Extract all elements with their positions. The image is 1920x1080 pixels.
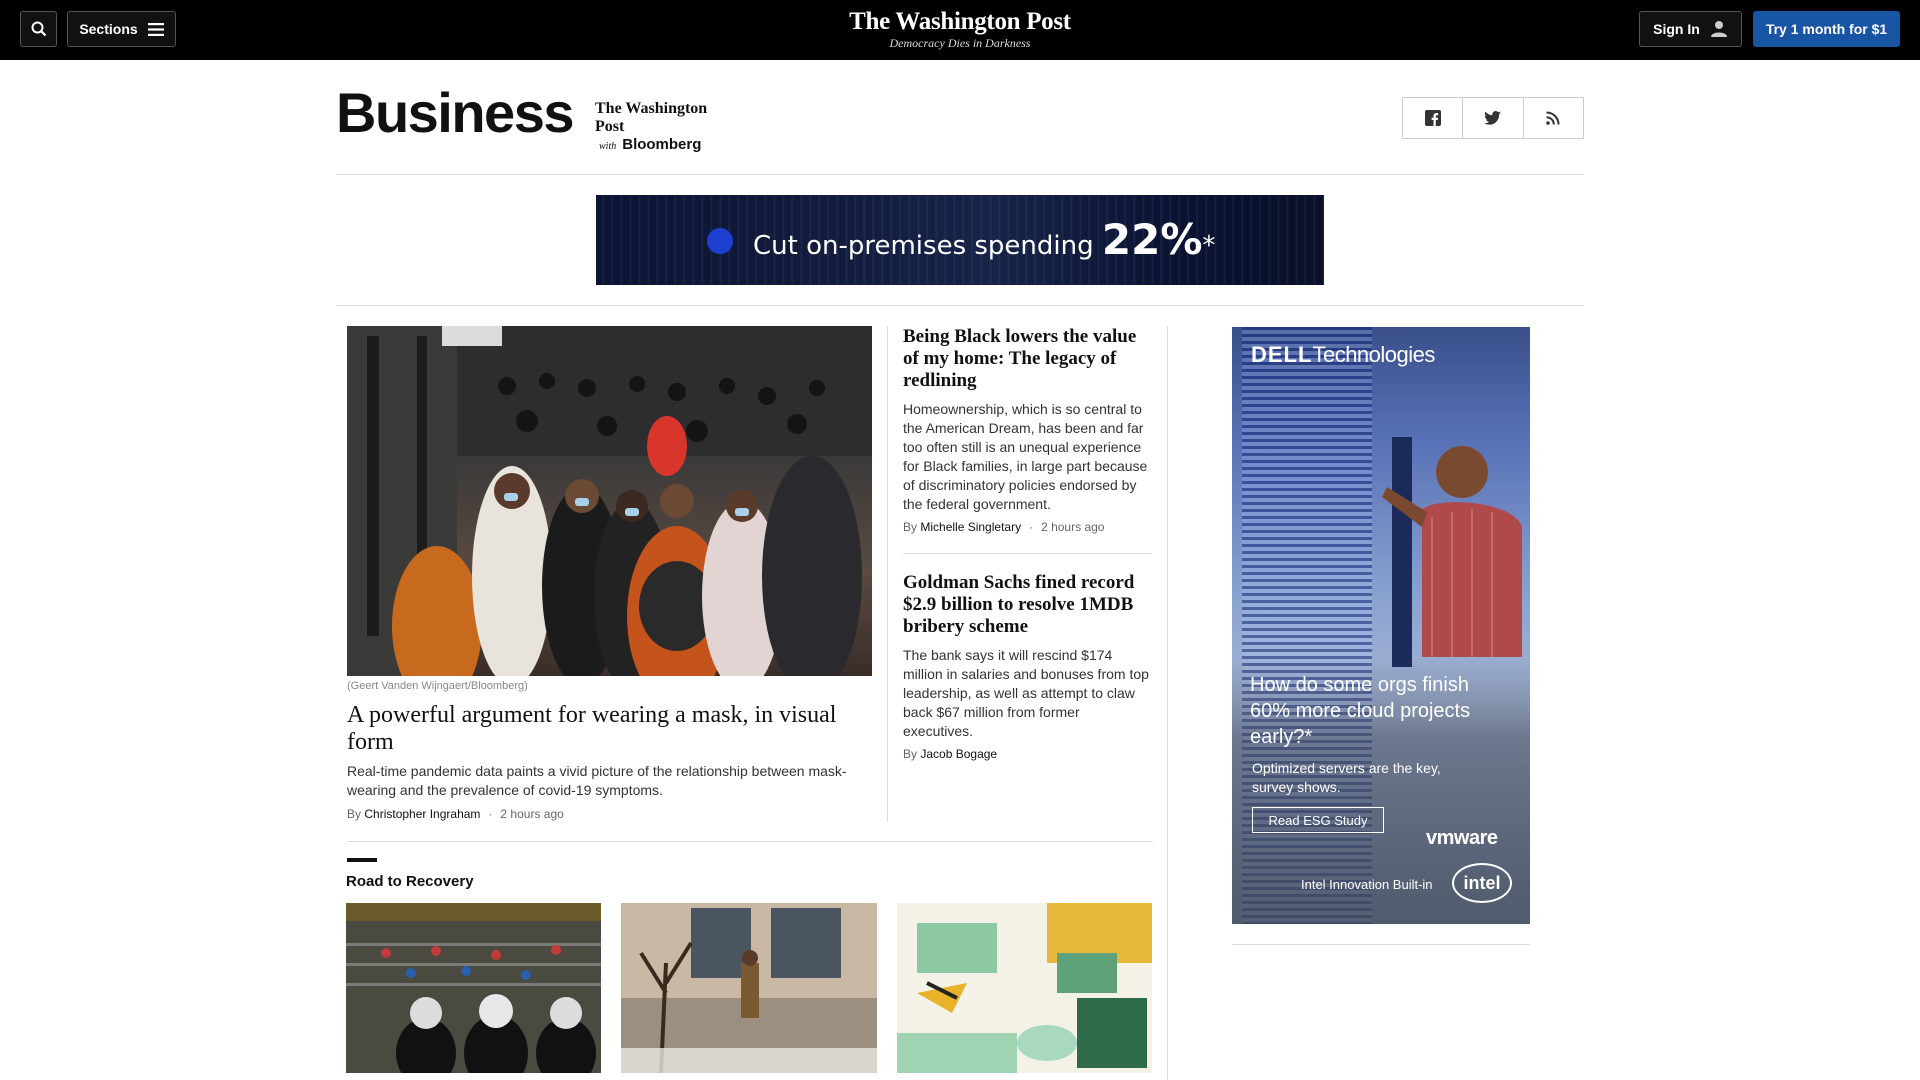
story-author-link[interactable]: Michelle Singletary — [920, 520, 1021, 534]
recovery-story-thumbnail[interactable] — [621, 903, 877, 1073]
lead-blurb: Real-time pandemic data paints a vivid p… — [347, 763, 847, 798]
ad-dot — [707, 228, 733, 254]
twitter-icon — [1484, 111, 1502, 125]
header-divider — [336, 174, 1584, 175]
banner-advertisement[interactable]: Cut on-premises spending 22%* — [596, 195, 1324, 285]
user-icon — [1710, 21, 1727, 37]
story-byline: By Michelle Singletary · 2 hours ago — [903, 520, 1104, 534]
facebook-share-button[interactable] — [1403, 98, 1464, 138]
banner-ad-mark: * — [1202, 231, 1216, 261]
byline-prefix: By — [347, 807, 362, 821]
rss-feed-button[interactable] — [1524, 98, 1583, 138]
hamburger-icon — [147, 22, 164, 36]
banner-ad-figure: 22% — [1101, 215, 1203, 264]
lead-author-link[interactable]: Christopher Ingraham — [364, 807, 480, 821]
bloomberg-logo: Bloomberg — [622, 136, 702, 153]
top-navigation-bar: Sections The Washington Post Democracy D… — [0, 0, 1920, 60]
search-icon — [31, 21, 46, 37]
facebook-icon — [1424, 110, 1441, 126]
partner-post-logo: The Washington Post — [595, 100, 708, 135]
story-byline: By Jacob Bogage — [903, 747, 997, 761]
story-timestamp: 2 hours ago — [1041, 520, 1105, 534]
street-photo-illustration — [621, 903, 877, 1073]
vmware-logo: vmware — [1426, 827, 1498, 849]
partner-bloomberg-line: with Bloomberg — [595, 136, 735, 154]
story-blurb: The bank says it will rescind $174 milli… — [903, 647, 1149, 739]
sign-in-button[interactable]: Sign In — [1639, 11, 1742, 47]
share-buttons — [1402, 97, 1584, 139]
dell-brand-bold: DELL — [1251, 342, 1313, 367]
sidebar-divider — [1232, 944, 1530, 945]
logo-text: The Washington Post — [849, 8, 1071, 35]
technician-illustration — [1382, 437, 1522, 667]
banner-ad-copy: Cut on-premises spending — [753, 231, 1094, 261]
ad-headline: How do some orgs finish 60% more cloud p… — [1250, 674, 1471, 748]
crowd-photo-illustration — [347, 326, 872, 676]
read-esg-study-button[interactable]: Read ESG Study — [1252, 807, 1384, 833]
recovery-story-thumbnail[interactable] — [346, 903, 601, 1073]
lead-timestamp: 2 hours ago — [500, 807, 564, 821]
lead-section-divider — [347, 841, 1153, 842]
lead-story-photo[interactable] — [347, 326, 872, 676]
story-headline[interactable]: Being Black lowers the value of my home:… — [903, 326, 1153, 392]
section-title: Business — [336, 81, 575, 144]
illustration-artwork — [897, 903, 1152, 1073]
section-accent-bar — [347, 858, 377, 862]
ad-divider — [336, 305, 1584, 306]
byline-separator: · — [488, 807, 493, 821]
lead-byline: By Christopher Ingraham · 2 hours ago — [347, 807, 564, 821]
sidebar-advertisement[interactable]: DELLTechnologies How do some orgs finish… — [1232, 327, 1530, 924]
subscribe-button[interactable]: Try 1 month for $1 — [1753, 11, 1900, 47]
partner-logo: The Washington Post with Bloomberg — [595, 100, 735, 154]
column-divider — [887, 326, 888, 822]
dell-brand-rest: Technologies — [1312, 342, 1435, 367]
sections-menu-button[interactable]: Sections — [67, 11, 176, 47]
banner-ad-text: Cut on-premises spending 22%* — [753, 215, 1215, 264]
main-column-divider — [1167, 326, 1168, 1080]
byline-prefix: By — [903, 520, 918, 534]
road-to-recovery-title[interactable]: Road to Recovery — [346, 873, 474, 890]
lead-photo-caption: (Geert Vanden Wijngaert/Bloomberg) — [347, 680, 528, 692]
search-button[interactable] — [20, 11, 57, 47]
intel-logo: intel — [1452, 863, 1512, 903]
washington-post-logo[interactable]: The Washington Post Democracy Dies in Da… — [810, 8, 1110, 50]
recovery-story-thumbnail[interactable] — [897, 903, 1152, 1073]
story-blurb: Homeownership, which is so central to th… — [903, 401, 1148, 512]
sections-label: Sections — [79, 21, 138, 37]
rss-icon — [1546, 111, 1560, 125]
ad-subtext: Optimized servers are the key, survey sh… — [1252, 760, 1441, 795]
lead-headline[interactable]: A powerful argument for wearing a mask, … — [347, 702, 887, 756]
story-divider — [903, 553, 1152, 554]
story-author-link[interactable]: Jacob Bogage — [920, 747, 997, 761]
tagline: Democracy Dies in Darkness — [889, 36, 1031, 50]
dell-technologies-logo: DELLTechnologies — [1251, 342, 1435, 368]
partner-with: with — [599, 141, 617, 152]
story-headline[interactable]: Goldman Sachs fined record $2.9 billion … — [903, 572, 1153, 638]
byline-separator: · — [1029, 520, 1034, 534]
twitter-share-button[interactable] — [1463, 98, 1524, 138]
intel-tagline: Intel Innovation Built-in — [1301, 877, 1433, 892]
sign-in-label: Sign In — [1653, 21, 1700, 37]
football-photo-illustration — [346, 903, 601, 1073]
byline-prefix: By — [903, 747, 918, 761]
